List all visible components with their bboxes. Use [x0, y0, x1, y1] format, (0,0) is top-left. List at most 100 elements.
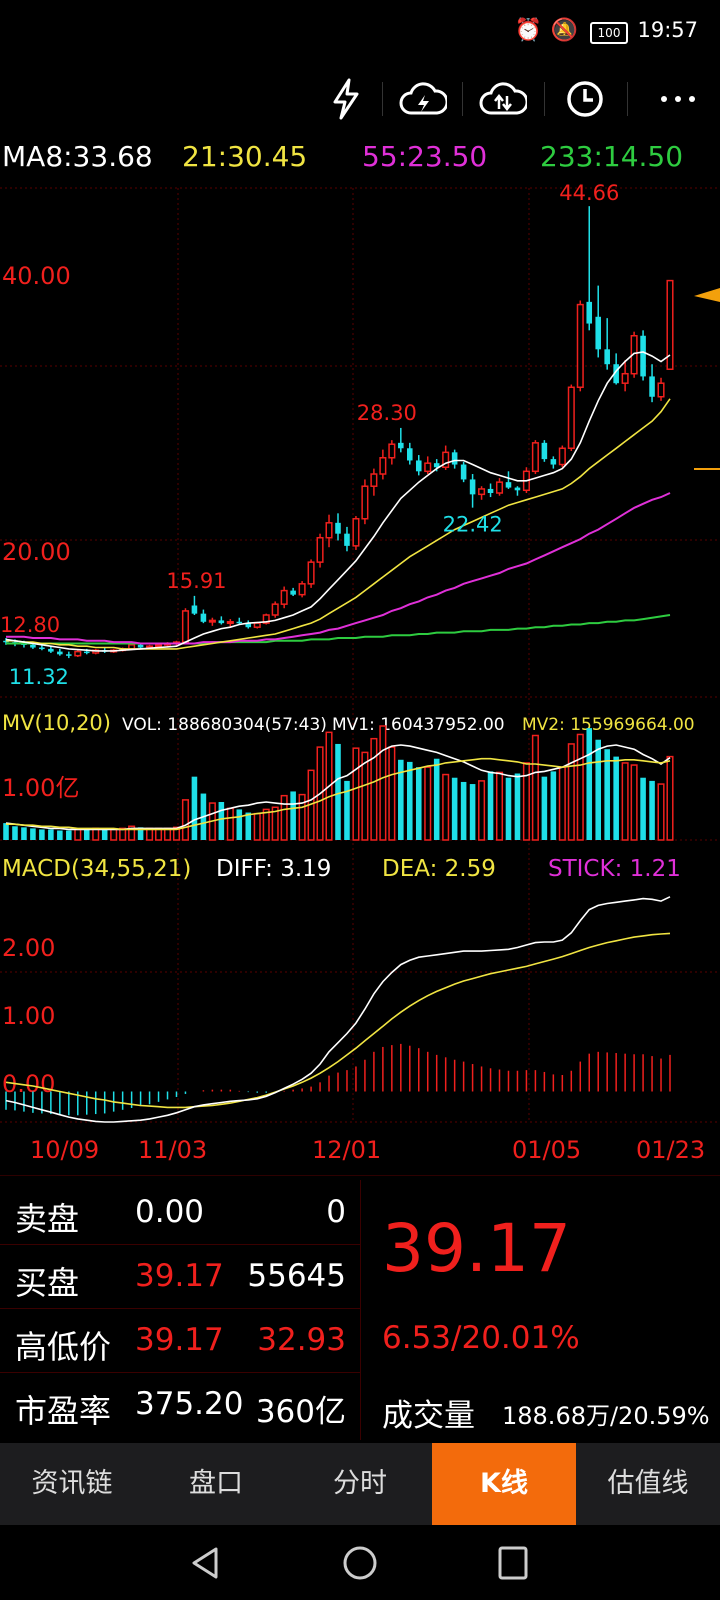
candle-body — [335, 522, 341, 534]
volume-bar — [74, 828, 82, 841]
candle-body — [271, 603, 279, 616]
ask-row: 卖盘 0.00 0 — [0, 1180, 360, 1245]
more-button[interactable] — [648, 70, 708, 128]
date-label: 01/05 — [512, 1136, 581, 1164]
high-low-row: 高低价 39.17 32.93 — [0, 1308, 360, 1373]
low0-annotation: 11.32 — [9, 665, 69, 689]
more-icon — [661, 96, 695, 102]
candle-body — [487, 488, 494, 493]
clock-icon — [567, 81, 603, 117]
candle-body — [514, 487, 521, 491]
volume-bar — [298, 793, 306, 841]
candle-body — [253, 622, 261, 628]
macd-dea: DEA: 2.59 — [382, 856, 496, 882]
volume-bar — [640, 777, 646, 840]
volume-bar — [514, 773, 521, 840]
macd-stick: STICK: 1.21 — [548, 856, 681, 882]
volume-bar — [550, 771, 557, 840]
volume-title: MV(10,20) — [2, 711, 111, 735]
volume-bar — [101, 829, 108, 840]
volume-bar — [576, 733, 584, 841]
candle-body — [531, 442, 539, 473]
peak1-annotation: 28.30 — [357, 401, 417, 425]
candle-body — [352, 518, 360, 547]
tab-valuation[interactable]: 估值线 — [576, 1443, 720, 1525]
candle-body — [586, 301, 593, 324]
volume-bar — [649, 780, 655, 840]
volume-bar — [433, 758, 440, 840]
candle-body — [39, 647, 45, 650]
candle-body — [469, 479, 476, 495]
macd-axis-0: 0.00 — [2, 1070, 55, 1098]
volume-bar — [495, 771, 504, 841]
tab-kline[interactable]: K线 — [432, 1443, 576, 1525]
cloud-lightning-button[interactable] — [393, 70, 453, 128]
flash-icon — [333, 78, 359, 120]
date-label: 10/09 — [30, 1136, 99, 1164]
flash-button[interactable] — [316, 70, 376, 128]
candle-body — [424, 462, 432, 473]
tab-news-chain[interactable]: 资讯链 — [0, 1443, 144, 1525]
date-label: 01/23 — [636, 1136, 705, 1164]
candle-body — [621, 372, 629, 384]
bid-label: 买盘 — [15, 1264, 80, 1302]
candle-body — [316, 536, 324, 563]
candle-body — [30, 644, 36, 648]
candle-body — [478, 488, 486, 496]
low-price: 32.93 — [257, 1322, 346, 1358]
volume-bar — [442, 773, 450, 841]
cloud-lightning-icon — [399, 82, 447, 115]
battery-icon: 100 — [590, 22, 628, 44]
ask-label: 卖盘 — [15, 1200, 80, 1238]
volume-bar — [218, 802, 225, 840]
history-button[interactable] — [555, 70, 615, 128]
low1-annotation: 22.42 — [443, 513, 503, 537]
candle-body — [280, 589, 288, 605]
volume-bar — [621, 762, 629, 841]
kline-chart[interactable]: MA8:33.68 21:30.45 55:23.50 233:14.50 40… — [0, 136, 720, 1176]
volume-bar — [478, 780, 486, 841]
candle-body — [74, 650, 82, 657]
volume-bar — [352, 747, 360, 841]
volume-bar — [613, 756, 619, 840]
ma8-legend: MA8:33.68 — [2, 140, 153, 173]
recents-icon[interactable] — [496, 1545, 530, 1581]
ask-price: 0.00 — [135, 1194, 205, 1230]
volume-bar — [407, 761, 413, 840]
candle-body — [379, 457, 387, 475]
price-axis-top: 40.00 — [2, 262, 71, 290]
tab-intraday[interactable]: 分时 — [288, 1443, 432, 1525]
ma21-legend: 21:30.45 — [182, 140, 307, 173]
candle-body — [640, 335, 646, 377]
volume-bar — [586, 728, 593, 840]
volume-bar — [379, 725, 387, 841]
volume-bar — [541, 776, 548, 840]
home-icon[interactable] — [342, 1545, 378, 1581]
candle-body — [325, 522, 333, 539]
volume-bar — [30, 828, 36, 840]
cloud-sync-button[interactable] — [473, 70, 533, 128]
tab-bar: 资讯链 盘口 分时 K线 估值线 — [0, 1443, 720, 1525]
volume-axis-label: 1.00亿 — [2, 774, 79, 802]
status-time: 19:57 — [637, 18, 698, 42]
candle-body — [48, 648, 54, 652]
candle-body — [398, 442, 404, 449]
pe-row: 市盈率 375.20 360亿 — [0, 1372, 360, 1436]
candle-body — [415, 460, 422, 472]
ask-volume: 0 — [326, 1194, 346, 1230]
volume-bar — [66, 830, 72, 840]
candle-body — [200, 613, 207, 622]
tab-order-book[interactable]: 盘口 — [144, 1443, 288, 1525]
date-label: 11/03 — [138, 1136, 207, 1164]
candle-body — [236, 621, 243, 624]
bid-price: 39.17 — [135, 1258, 224, 1294]
candle-body — [604, 349, 610, 365]
back-icon[interactable] — [188, 1545, 222, 1581]
volume-bar — [460, 781, 467, 840]
candle-body — [361, 485, 369, 520]
pe-value: 375.20 — [135, 1386, 244, 1422]
candle-body — [576, 303, 584, 389]
volume-bar — [3, 823, 9, 840]
volume-bar — [505, 777, 512, 840]
candle-body — [218, 620, 225, 624]
